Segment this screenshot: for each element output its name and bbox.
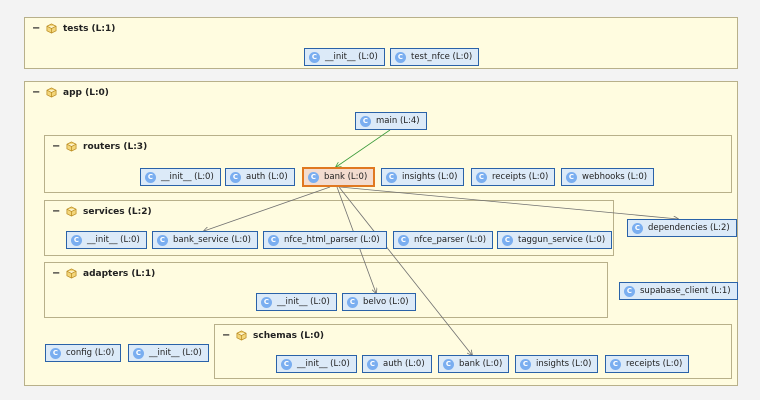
module-routers-bank-selected[interactable]: Cbank (L:0)	[302, 167, 376, 187]
package-title: schemas (L:0)	[253, 330, 324, 341]
class-icon: C	[632, 222, 643, 234]
module-schemas-auth[interactable]: Cauth (L:0)	[362, 355, 432, 373]
module-routers-webhooks[interactable]: Cwebhooks (L:0)	[561, 168, 655, 186]
class-icon: C	[502, 234, 513, 246]
package-title: services (L:2)	[83, 206, 152, 217]
module-dependencies[interactable]: Cdependencies (L:2)	[627, 219, 737, 237]
class-icon: C	[50, 347, 61, 359]
package-title: tests (L:1)	[63, 23, 116, 34]
module-routers-receipts[interactable]: Creceipts (L:0)	[471, 168, 556, 186]
class-icon: C	[281, 358, 292, 370]
collapse-icon[interactable]: −	[222, 330, 230, 341]
module-supabase-client[interactable]: Csupabase_client (L:1)	[619, 282, 738, 300]
module-nfce-html-parser[interactable]: Cnfce_html_parser (L:0)	[263, 231, 387, 249]
module-label: __init__ (L:0)	[149, 348, 202, 358]
module-label: bank (L:0)	[459, 359, 503, 369]
class-icon: C	[367, 358, 378, 370]
package-title: routers (L:3)	[83, 141, 148, 152]
module-main[interactable]: Cmain (L:4)	[355, 112, 427, 130]
class-icon: C	[566, 171, 577, 183]
module-label: bank (L:0)	[324, 172, 368, 182]
module-routers-auth[interactable]: Cauth (L:0)	[225, 168, 295, 186]
module-label: supabase_client (L:1)	[640, 286, 731, 296]
module-services-init[interactable]: C __init__ (L:0)	[66, 231, 147, 249]
class-icon: C	[268, 234, 279, 246]
module-label: taggun_service (L:0)	[518, 235, 606, 245]
module-belvo[interactable]: Cbelvo (L:0)	[342, 293, 416, 311]
class-icon: C	[133, 347, 144, 359]
module-label: receipts (L:0)	[626, 359, 683, 369]
class-icon: C	[398, 234, 409, 246]
package-title: app (L:0)	[63, 87, 109, 98]
module-label: insights (L:0)	[536, 359, 592, 369]
class-icon: C	[145, 171, 156, 183]
module-label: test_nfce (L:0)	[411, 52, 473, 62]
module-tests-init[interactable]: C __init__ (L:0)	[304, 48, 385, 66]
module-app-init[interactable]: C __init__ (L:0)	[128, 344, 209, 362]
module-label: __init__ (L:0)	[161, 172, 214, 182]
package-icon	[46, 87, 57, 98]
module-bank-service[interactable]: Cbank_service (L:0)	[152, 231, 258, 249]
module-adapters-init[interactable]: C __init__ (L:0)	[256, 293, 337, 311]
package-icon	[66, 206, 77, 217]
module-nfce-parser[interactable]: Cnfce_parser (L:0)	[393, 231, 494, 249]
class-icon: C	[520, 358, 531, 370]
package-icon	[66, 268, 77, 279]
module-label: dependencies (L:2)	[648, 223, 730, 233]
module-label: auth (L:0)	[383, 359, 425, 369]
module-test-nfce[interactable]: Ctest_nfce (L:0)	[390, 48, 480, 66]
class-icon: C	[71, 234, 82, 246]
class-icon: C	[261, 296, 272, 308]
module-label: __init__ (L:0)	[277, 297, 330, 307]
module-label: __init__ (L:0)	[297, 359, 350, 369]
module-label: __init__ (L:0)	[325, 52, 378, 62]
module-label: insights (L:0)	[402, 172, 458, 182]
class-icon: C	[347, 296, 358, 308]
module-label: config (L:0)	[66, 348, 115, 358]
module-label: receipts (L:0)	[492, 172, 549, 182]
module-schemas-insights[interactable]: Cinsights (L:0)	[515, 355, 599, 373]
module-label: __init__ (L:0)	[87, 235, 140, 245]
class-icon: C	[157, 234, 168, 246]
package-icon	[66, 141, 77, 152]
module-schemas-receipts[interactable]: Creceipts (L:0)	[605, 355, 690, 373]
module-routers-init[interactable]: C __init__ (L:0)	[140, 168, 221, 186]
class-icon: C	[230, 171, 241, 183]
class-icon: C	[443, 358, 454, 370]
class-icon: C	[624, 285, 635, 297]
collapse-icon[interactable]: −	[32, 23, 40, 34]
package-title: adapters (L:1)	[83, 268, 156, 279]
class-icon: C	[309, 51, 320, 63]
module-routers-insights[interactable]: Cinsights (L:0)	[381, 168, 465, 186]
class-icon: C	[308, 171, 319, 183]
collapse-icon[interactable]: −	[32, 87, 40, 98]
class-icon: C	[395, 51, 406, 63]
module-schemas-bank[interactable]: Cbank (L:0)	[438, 355, 510, 373]
module-label: nfce_html_parser (L:0)	[284, 235, 380, 245]
class-icon: C	[476, 171, 487, 183]
collapse-icon[interactable]: −	[52, 268, 60, 279]
package-icon	[236, 330, 247, 341]
module-taggun-service[interactable]: Ctaggun_service (L:0)	[497, 231, 613, 249]
module-label: belvo (L:0)	[363, 297, 409, 307]
class-icon: C	[386, 171, 397, 183]
collapse-icon[interactable]: −	[52, 141, 60, 152]
module-schemas-init[interactable]: C __init__ (L:0)	[276, 355, 357, 373]
package-icon	[46, 23, 57, 34]
module-label: nfce_parser (L:0)	[414, 235, 487, 245]
module-label: bank_service (L:0)	[173, 235, 251, 245]
collapse-icon[interactable]: −	[52, 206, 60, 217]
class-icon: C	[610, 358, 621, 370]
class-icon: C	[360, 115, 371, 127]
module-label: auth (L:0)	[246, 172, 288, 182]
module-label: webhooks (L:0)	[582, 172, 648, 182]
module-label: main (L:4)	[376, 116, 420, 126]
module-config[interactable]: Cconfig (L:0)	[45, 344, 122, 362]
